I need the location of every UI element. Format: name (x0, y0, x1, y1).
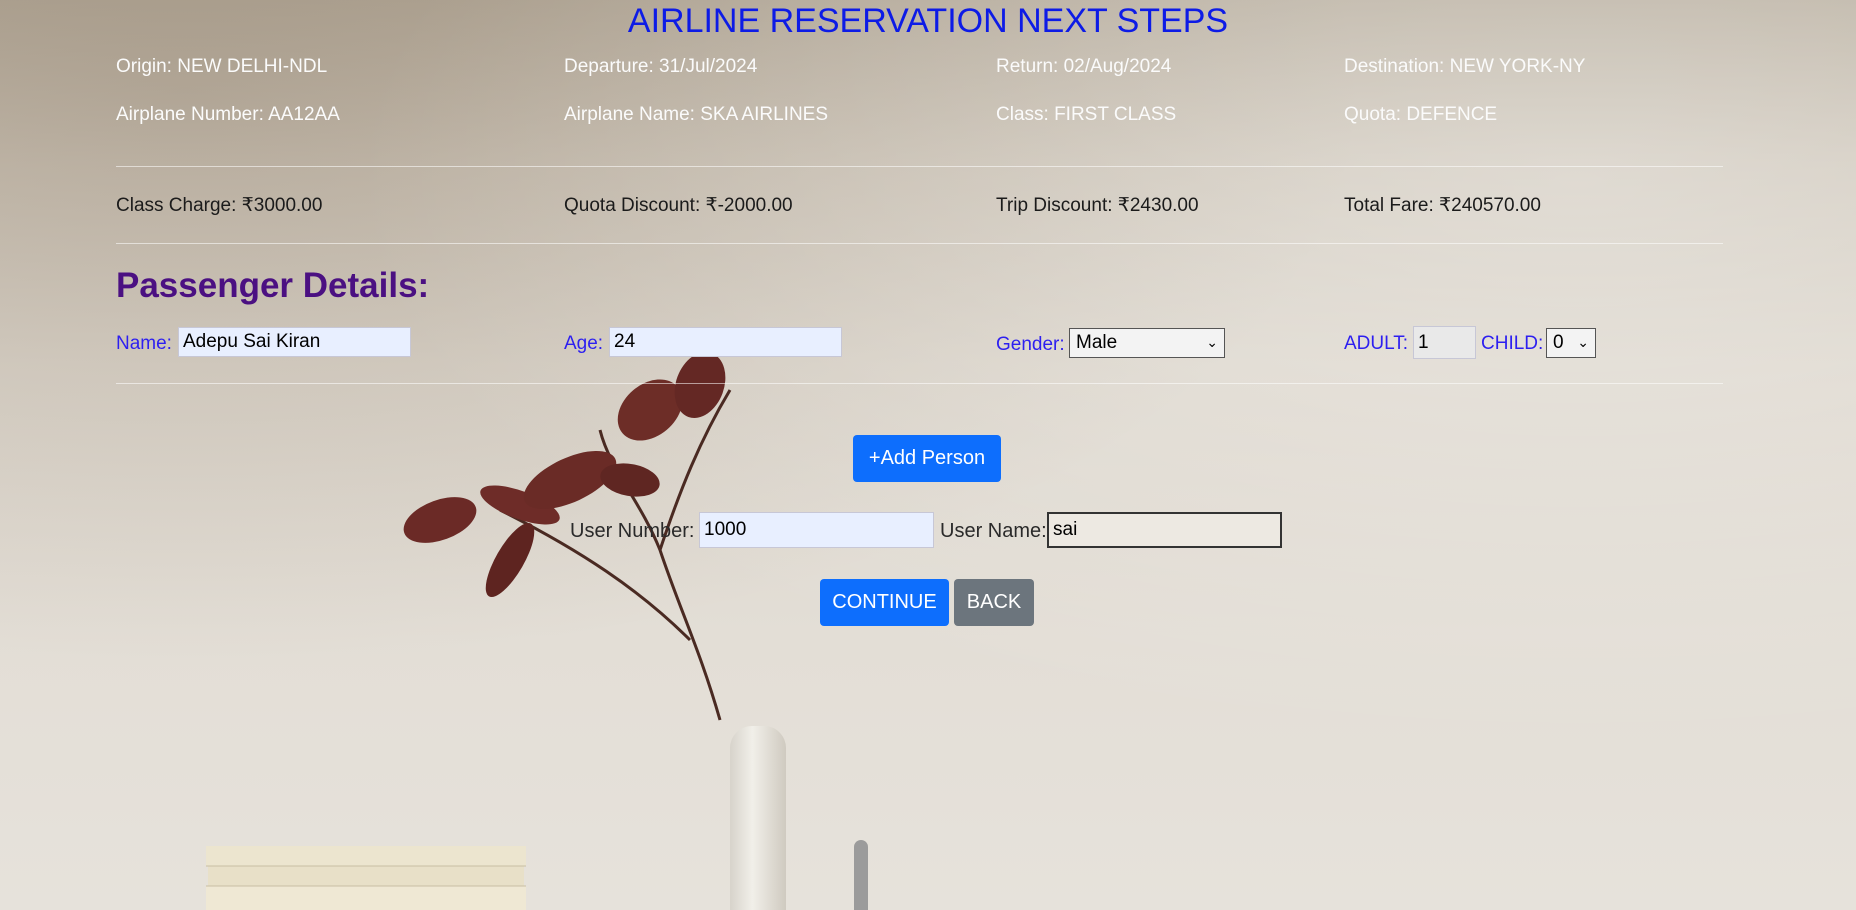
child-count-select[interactable]: 0 ⌄ (1546, 328, 1596, 358)
back-button[interactable]: BACK (954, 579, 1034, 626)
class-charge: Class Charge: ₹3000.00 (116, 195, 323, 216)
adult-count-input[interactable] (1413, 326, 1476, 359)
name-label: Name: (116, 333, 172, 354)
class-info: Class: FIRST CLASS (996, 104, 1177, 125)
airplane-number-info: Airplane Number: AA12AA (116, 104, 340, 125)
age-input[interactable] (609, 327, 842, 357)
gender-label: Gender: (996, 334, 1065, 355)
destination-info: Destination: NEW YORK-NY (1344, 56, 1586, 77)
user-number-label: User Number: (570, 520, 695, 542)
chevron-down-icon: ⌄ (1577, 334, 1589, 350)
adult-label: ADULT: (1344, 333, 1409, 354)
chevron-down-icon: ⌄ (1206, 334, 1218, 350)
quota-info: Quota: DEFENCE (1344, 104, 1498, 125)
origin-info: Origin: NEW DELHI-NDL (116, 56, 328, 77)
divider (116, 166, 1723, 167)
user-name-input[interactable] (1047, 512, 1282, 548)
gender-selected-value: Male (1076, 332, 1118, 353)
user-number-input[interactable] (699, 512, 934, 548)
quota-discount: Quota Discount: ₹-2000.00 (564, 195, 793, 216)
hook-decoration (854, 840, 868, 910)
gender-select[interactable]: Male ⌄ (1069, 328, 1225, 358)
passenger-details-heading: Passenger Details: (116, 266, 430, 305)
trip-discount: Trip Discount: ₹2430.00 (996, 195, 1199, 216)
name-input[interactable] (178, 327, 411, 357)
airplane-name-info: Airplane Name: SKA AIRLINES (564, 104, 829, 125)
age-label: Age: (564, 333, 604, 354)
divider (116, 243, 1723, 244)
vase-decoration (730, 726, 786, 910)
departure-info: Departure: 31/Jul/2024 (564, 56, 758, 77)
continue-button[interactable]: CONTINUE (820, 579, 949, 626)
child-selected-value: 0 (1553, 332, 1564, 353)
add-person-button[interactable]: +Add Person (853, 435, 1001, 482)
user-name-label: User Name: (940, 520, 1047, 542)
page-title: AIRLINE RESERVATION NEXT STEPS (627, 2, 1229, 40)
return-info: Return: 02/Aug/2024 (996, 56, 1172, 77)
divider (116, 383, 1723, 384)
books-decoration (206, 846, 526, 910)
child-label: CHILD: (1481, 333, 1544, 354)
total-fare: Total Fare: ₹240570.00 (1344, 195, 1541, 216)
